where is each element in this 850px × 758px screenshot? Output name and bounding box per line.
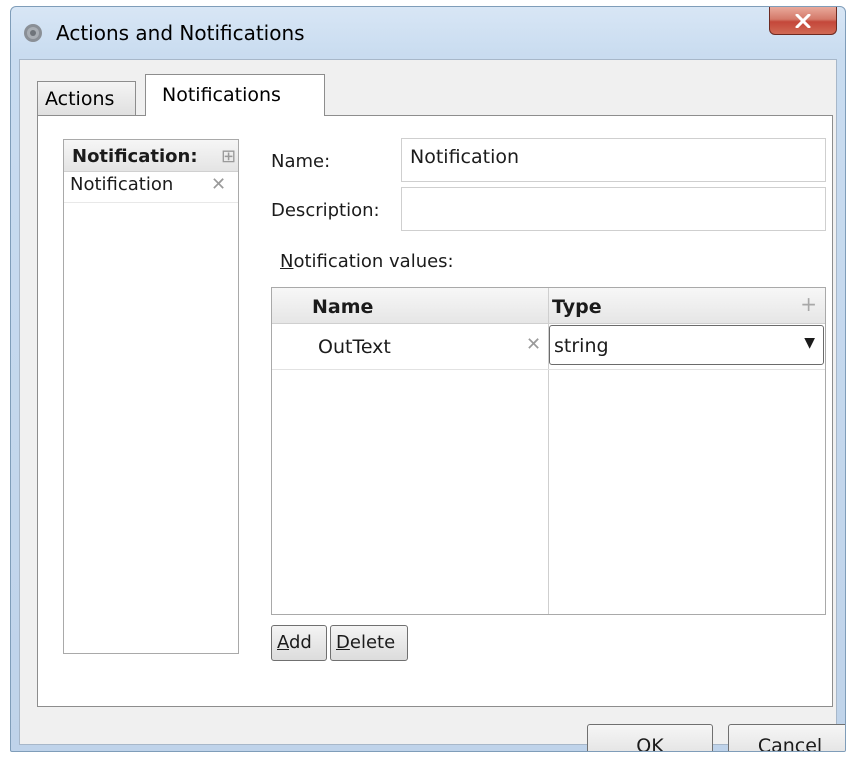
type-dropdown-value: string xyxy=(554,335,609,357)
name-field[interactable]: Notification xyxy=(401,138,826,182)
delete-icon[interactable]: ✕ xyxy=(526,334,541,355)
list-item-label: Notification xyxy=(70,174,174,195)
notification-values-label: Notification values: xyxy=(280,251,454,272)
close-button[interactable] xyxy=(769,7,837,35)
type-dropdown[interactable]: string ▼ xyxy=(549,325,824,365)
chevron-down-icon: ▼ xyxy=(804,335,815,351)
delete-icon[interactable]: ✕ xyxy=(211,174,226,195)
title-bar[interactable]: Actions and Notifications xyxy=(11,7,845,59)
tab-actions[interactable]: Actions xyxy=(37,81,136,115)
notifications-panel: Notification: ⊞ Notification ✕ Name: Not… xyxy=(37,115,833,707)
dialog-client-area: Actions Notifications Notification: ⊞ No… xyxy=(19,59,845,751)
row-name-cell[interactable]: OutText xyxy=(318,336,391,358)
ok-button[interactable]: OK xyxy=(587,724,713,751)
add-icon[interactable]: + xyxy=(800,292,817,316)
close-icon xyxy=(795,13,811,29)
list-item[interactable]: Notification ✕ xyxy=(64,172,238,203)
add-button[interactable]: Add xyxy=(271,625,327,661)
gear-icon xyxy=(24,24,42,42)
description-label: Description: xyxy=(271,200,380,221)
notification-list-header: Notification: ⊞ xyxy=(64,140,238,172)
cancel-button[interactable]: Cancel xyxy=(728,724,845,751)
column-header-name[interactable]: Name xyxy=(312,296,373,318)
window-title: Actions and Notifications xyxy=(56,21,305,45)
name-label: Name: xyxy=(271,151,331,172)
tab-label: Notifications xyxy=(162,84,281,106)
notification-list: Notification: ⊞ Notification ✕ xyxy=(63,139,239,654)
delete-button[interactable]: Delete xyxy=(330,625,408,661)
dialog-window: Actions and Notifications Actions Notifi… xyxy=(10,6,846,752)
column-header-type[interactable]: Type xyxy=(552,296,602,318)
notification-list-header-label: Notification: xyxy=(72,146,198,167)
table-row[interactable]: OutText ✕ string ▼ xyxy=(272,324,825,370)
name-field-value: Notification xyxy=(410,146,520,168)
notification-values-grid: Name Type + OutText ✕ string ▼ xyxy=(271,287,826,615)
tab-label: Actions xyxy=(45,88,115,110)
tab-notifications[interactable]: Notifications xyxy=(145,74,325,116)
description-field[interactable] xyxy=(401,187,826,231)
add-icon[interactable]: ⊞ xyxy=(221,146,236,167)
